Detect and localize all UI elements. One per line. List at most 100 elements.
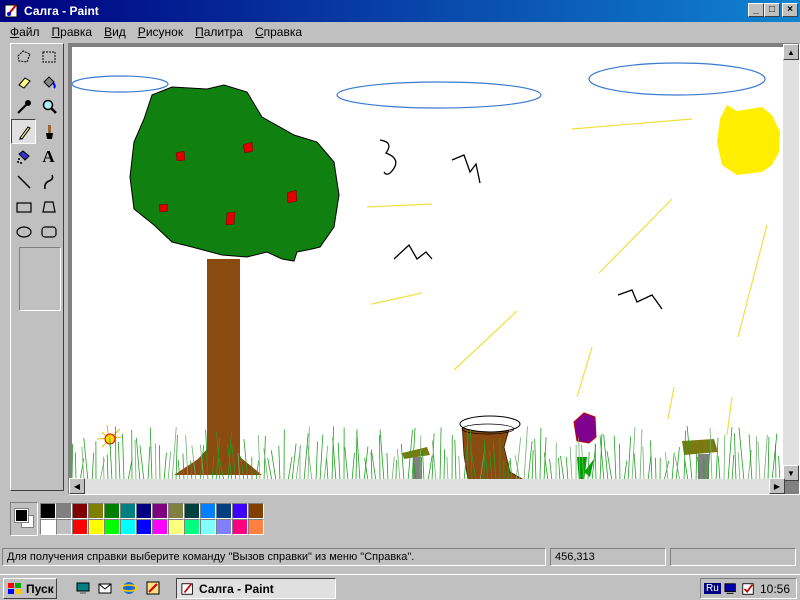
current-colors[interactable] [10,502,38,536]
eraser-tool[interactable] [11,69,36,94]
color-swatch[interactable] [168,503,184,519]
color-swatch[interactable] [168,519,184,535]
tool-options-box[interactable] [19,247,61,311]
foreground-color [14,508,29,523]
free-select-tool[interactable] [11,44,36,69]
color-swatch[interactable] [152,503,168,519]
internet-explorer-icon [121,582,137,594]
vertical-scrollbar[interactable]: ▲ ▼ [783,44,799,481]
monitor-icon[interactable] [724,582,738,596]
rounded-rect-icon [40,225,57,238]
eraser-icon [17,76,31,89]
maximize-button[interactable]: □ [764,3,780,17]
title-bar[interactable]: Салга - Paint _ □ × [0,0,800,22]
magnifier-tool[interactable] [36,94,61,119]
sun [717,105,780,175]
color-swatch[interactable] [88,519,104,535]
sun-rays [366,118,768,436]
color-swatch[interactable] [56,503,72,519]
color-picker-tool[interactable] [11,94,36,119]
brush-icon [45,124,53,139]
rounded-rect-tool[interactable] [36,219,61,244]
birds [379,139,663,310]
brush-tool[interactable] [36,119,61,144]
scroll-up-button[interactable]: ▲ [783,44,799,60]
color-swatch[interactable] [232,519,248,535]
taskbar-paint-task[interactable]: Салга - Paint [176,578,336,599]
quick-launch-desktop[interactable] [74,579,92,597]
window-title: Салга - Paint [24,4,99,18]
tree-trunk [174,259,262,475]
color-swatch[interactable] [104,503,120,519]
status-bar: Для получения справки выберите команду "… [0,546,800,568]
language-indicator[interactable]: Ru [704,583,721,594]
rect-select-tool[interactable] [36,44,61,69]
drawing-artwork [72,62,781,481]
close-button[interactable]: × [782,3,798,17]
quick-launch-ie[interactable] [120,579,138,597]
color-palette [10,502,310,540]
color-swatch[interactable] [248,503,264,519]
curve-tool[interactable] [36,169,61,194]
menu-file[interactable]: Файл [4,25,46,39]
line-icon [16,174,31,189]
menu-colors[interactable]: Палитра [189,25,249,39]
color-swatch[interactable] [200,503,216,519]
color-swatch[interactable] [72,519,88,535]
rectangle-icon [15,201,32,213]
color-swatch[interactable] [200,519,216,535]
color-swatch[interactable] [184,503,200,519]
polygon-icon [41,200,56,213]
menu-edit[interactable]: Правка [46,25,99,39]
airbrush-icon [16,149,30,164]
scroll-right-button[interactable]: ▶ [769,478,785,494]
color-swatch[interactable] [88,503,104,519]
color-swatch[interactable] [232,503,248,519]
line-tool[interactable] [11,169,36,194]
canvas-frame: ▲ ▼ ◀ ▶ [68,43,800,495]
scroll-down-button[interactable]: ▼ [783,465,799,481]
start-button[interactable]: Пуск [3,578,57,599]
text-tool[interactable]: A [36,144,61,169]
ellipse-tool[interactable] [11,219,36,244]
drawing-canvas[interactable] [72,47,784,481]
quick-launch-channels[interactable] [144,579,162,597]
paint-app-icon [4,4,18,18]
polygon-tool[interactable] [36,194,61,219]
color-swatch[interactable] [216,519,232,535]
color-swatch[interactable] [104,519,120,535]
menu-view[interactable]: Вид [98,25,132,39]
color-swatch[interactable] [120,503,136,519]
menu-image[interactable]: Рисунок [132,25,189,39]
horizontal-scrollbar[interactable]: ◀ ▶ [69,478,785,494]
curve-icon [43,174,53,189]
pencil-tool[interactable] [11,119,36,144]
color-swatch[interactable] [248,519,264,535]
color-swatch[interactable] [136,503,152,519]
scroll-left-button[interactable]: ◀ [69,478,85,494]
color-swatch[interactable] [136,519,152,535]
color-swatch[interactable] [152,519,168,535]
scheduler-icon[interactable] [741,582,755,596]
minimize-button[interactable]: _ [748,3,764,17]
status-size [670,548,796,566]
color-swatch[interactable] [216,503,232,519]
color-swatch[interactable] [56,519,72,535]
rect-select-icon [42,51,55,62]
menu-help[interactable]: Справка [249,25,308,39]
eyedropper-icon [16,99,31,114]
mushroom [682,439,718,480]
system-tray: Ru 10:56 [700,578,797,599]
fill-tool[interactable] [36,69,61,94]
color-swatch[interactable] [120,519,136,535]
tree-crown [129,84,340,262]
quick-launch-outlook[interactable] [96,579,114,597]
mushroom [402,447,430,479]
rectangle-tool[interactable] [11,194,36,219]
color-swatch[interactable] [184,519,200,535]
color-swatch[interactable] [72,503,88,519]
color-swatch[interactable] [40,503,56,519]
airbrush-tool[interactable] [11,144,36,169]
color-swatch[interactable] [40,519,56,535]
cloud [336,81,542,109]
